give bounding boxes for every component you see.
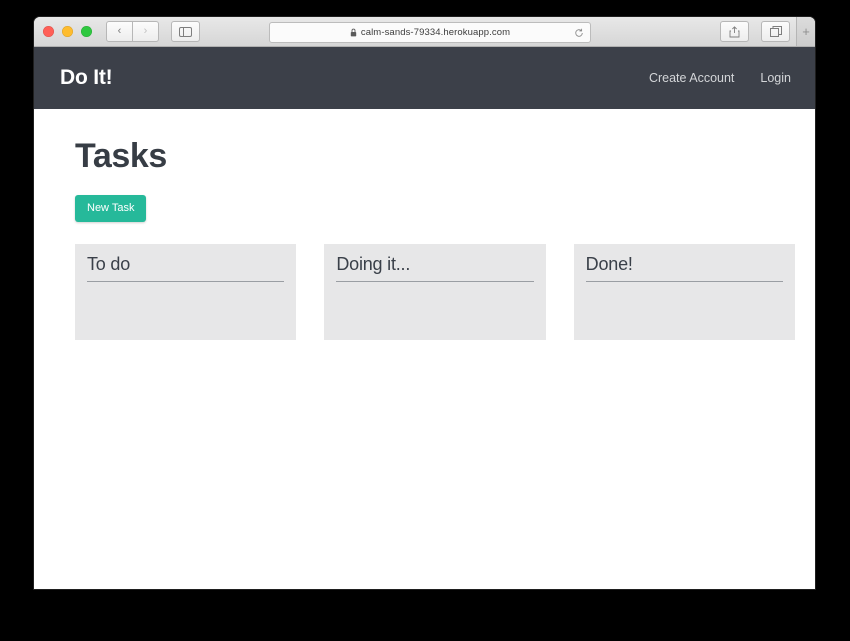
lock-icon — [350, 28, 357, 37]
address-bar[interactable]: calm-sands-79334.herokuapp.com — [269, 22, 591, 43]
browser-toolbar: ‹ › calm-sands-79334.herokuapp.com + — [34, 17, 815, 47]
chevron-left-icon: ‹ — [117, 25, 122, 37]
task-column-doing[interactable]: Doing it... — [324, 244, 546, 340]
minimize-window-button[interactable] — [62, 26, 73, 37]
new-tab-button[interactable]: + — [796, 17, 815, 46]
close-window-button[interactable] — [43, 26, 54, 37]
task-column-title: To do — [87, 254, 131, 274]
task-column-done[interactable]: Done! — [573, 244, 795, 340]
navigation-buttons: ‹ › — [106, 21, 159, 42]
task-column-todo[interactable]: To do — [75, 244, 297, 340]
plus-icon: + — [802, 24, 810, 39]
page-title: Tasks — [75, 137, 167, 175]
nav-link-create-account[interactable]: Create Account — [649, 71, 734, 85]
sidebar-icon — [179, 26, 192, 37]
share-icon — [729, 25, 740, 38]
nav-links: Create Account Login — [649, 71, 791, 85]
column-divider — [87, 281, 285, 282]
new-task-button[interactable]: New Task — [75, 195, 147, 222]
browser-window: ‹ › calm-sands-79334.herokuapp.com + Do … — [34, 17, 815, 589]
back-button[interactable]: ‹ — [106, 21, 133, 42]
show-tabs-button[interactable] — [761, 21, 790, 42]
chevron-right-icon: › — [143, 25, 148, 37]
app-navbar: Do It! Create Account Login — [34, 47, 815, 109]
page-content: Tasks New Task To do Doing it... Done! — [34, 109, 815, 589]
reload-icon[interactable] — [574, 28, 584, 38]
nav-link-login[interactable]: Login — [760, 71, 791, 85]
sidebar-toggle-button[interactable] — [171, 21, 200, 42]
forward-button[interactable]: › — [133, 21, 159, 42]
task-board: To do Doing it... Done! — [54, 222, 795, 340]
tabs-icon — [769, 26, 782, 37]
column-divider — [336, 281, 534, 282]
task-column-title: Doing it... — [336, 254, 411, 274]
maximize-window-button[interactable] — [81, 26, 92, 37]
task-column-title: Done! — [585, 254, 633, 274]
toolbar-right-actions: + — [708, 17, 815, 46]
url-text: calm-sands-79334.herokuapp.com — [360, 27, 511, 38]
traffic-lights — [34, 26, 92, 37]
brand-logo[interactable]: Do It! — [60, 66, 113, 90]
column-divider — [585, 281, 783, 282]
share-button[interactable] — [720, 21, 749, 42]
